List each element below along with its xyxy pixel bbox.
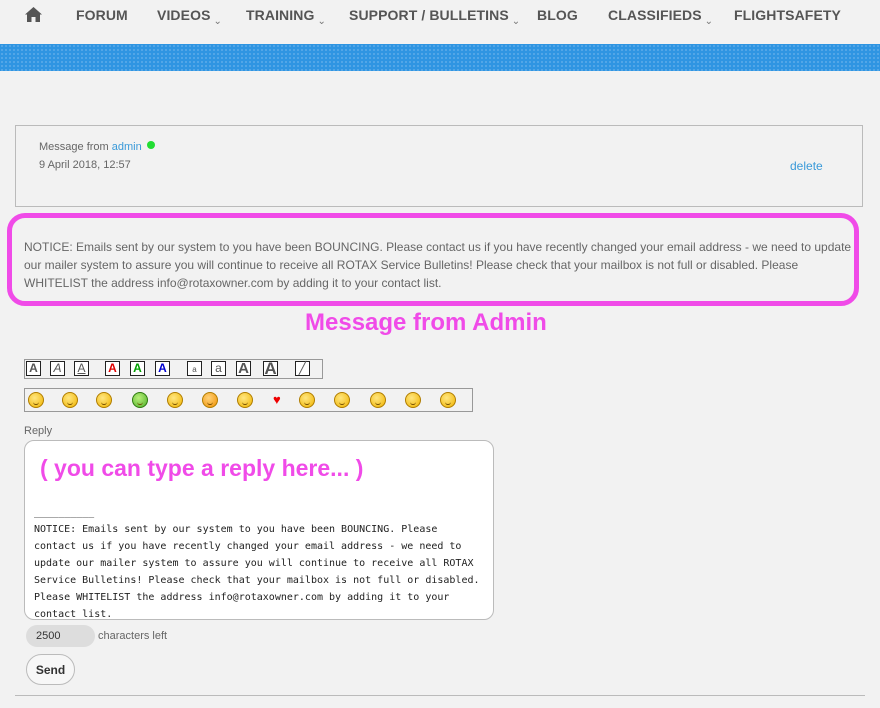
message-date: 9 April 2018, 12:57: [39, 159, 131, 171]
neutral-emoji-icon[interactable]: [299, 392, 315, 408]
chars-left-counter: 2500: [26, 625, 95, 647]
home-icon[interactable]: [24, 6, 43, 23]
divider: [15, 695, 865, 696]
chars-left-label: characters left: [98, 630, 168, 642]
nav-flightsafety[interactable]: FLIGHTSAFETY: [734, 7, 841, 23]
confused-emoji-icon[interactable]: [440, 392, 456, 408]
emoji-toolbar: ♥: [24, 388, 473, 412]
tongue-emoji-icon[interactable]: [96, 392, 112, 408]
underline-icon[interactable]: A: [74, 361, 89, 376]
heart-emoji-icon[interactable]: ♥: [273, 392, 281, 408]
green-text-icon[interactable]: A: [130, 361, 145, 376]
chevron-down-icon: ⌄: [213, 16, 222, 27]
format-toolbar: A A A A A A a a A A ╱: [24, 359, 323, 379]
shocked-emoji-icon[interactable]: [370, 392, 386, 408]
send-button[interactable]: Send: [26, 654, 75, 685]
small-text-icon[interactable]: a: [187, 361, 202, 376]
chevron-down-icon: ⌄: [511, 16, 521, 27]
header-band: [0, 44, 880, 71]
nav-blog[interactable]: BLOG: [537, 7, 578, 23]
top-nav: FORUM VIDEOS ⌄ TRAINING ⌄ SUPPORT / BULLET…: [0, 0, 880, 44]
nav-training[interactable]: TRAINING ⌄: [246, 7, 326, 27]
normal-text-icon[interactable]: a: [211, 361, 226, 376]
blue-text-icon[interactable]: A: [155, 361, 170, 376]
large-text-icon[interactable]: A: [236, 361, 251, 376]
nav-support-bulletins[interactable]: SUPPORT / BULLETINS ⌄: [349, 7, 520, 27]
sick-emoji-icon[interactable]: [132, 392, 148, 408]
delete-link[interactable]: delete: [790, 159, 823, 173]
nav-forum[interactable]: FORUM: [76, 7, 128, 23]
nav-videos[interactable]: VIDEOS ⌄: [157, 7, 222, 27]
reply-label: Reply: [24, 425, 53, 437]
reply-caption: ( you can type a reply here... ): [40, 455, 364, 481]
wink-emoji-icon[interactable]: [405, 392, 421, 408]
message-caption: Message from Admin: [305, 309, 547, 336]
grin-emoji-icon[interactable]: [334, 392, 350, 408]
chevron-down-icon: ⌄: [704, 16, 714, 27]
angry-emoji-icon[interactable]: [167, 392, 183, 408]
red-text-icon[interactable]: A: [105, 361, 120, 376]
message-from-label: Message from: [39, 141, 109, 153]
message-header-box: [15, 125, 863, 207]
italic-icon[interactable]: A: [50, 361, 65, 376]
online-status-dot: [146, 141, 155, 149]
message-body: NOTICE: Emails sent by our system to you…: [24, 240, 852, 290]
surprised-emoji-icon[interactable]: [202, 392, 218, 408]
sender-link[interactable]: admin: [112, 141, 142, 153]
huge-text-icon[interactable]: A: [263, 360, 278, 377]
chevron-down-icon: ⌄: [317, 16, 326, 27]
sad-emoji-icon[interactable]: [62, 392, 78, 408]
strike-icon[interactable]: ╱: [295, 361, 310, 376]
cool-emoji-icon[interactable]: [237, 392, 253, 408]
bold-icon[interactable]: A: [26, 361, 41, 376]
message-from: Message from admin: [39, 141, 155, 153]
reply-text-value: __________ NOTICE: Emails sent by our sy…: [34, 507, 480, 620]
smile-emoji-icon[interactable]: [28, 392, 44, 408]
nav-classifieds[interactable]: CLASSIFIEDS ⌄: [608, 7, 713, 27]
